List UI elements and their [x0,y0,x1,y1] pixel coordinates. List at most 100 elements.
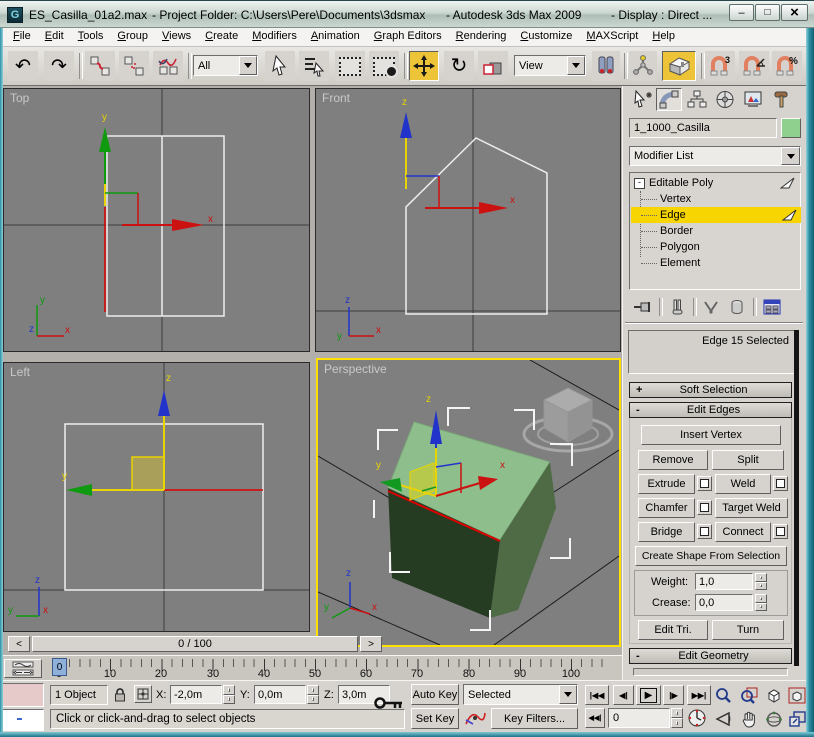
weld-settings-button[interactable] [773,476,788,491]
x-coord-field[interactable]: -2,0m [170,685,222,704]
rectangular-selection-region-button[interactable] [335,51,365,81]
spinner-down-icon[interactable] [671,718,683,728]
tab-modify[interactable] [656,88,682,111]
turn-button[interactable]: Turn [712,620,784,640]
key-filters-button[interactable]: Key Filters... [491,708,578,729]
key-mode-dropdown[interactable]: Selected [463,684,578,705]
arc-rotate-button[interactable] [762,708,785,730]
remove-modifier-button[interactable] [725,297,749,317]
pin-stack-button[interactable] [631,297,655,317]
stack-row-vertex[interactable]: Vertex [631,191,799,207]
select-and-manipulate-button[interactable] [629,51,657,81]
target-weld-button[interactable]: Target Weld [715,498,788,518]
spinner-down-icon[interactable] [223,694,235,704]
window-crossing-button[interactable] [369,51,399,81]
tab-hierarchy[interactable] [684,88,710,111]
viewport-top[interactable]: Top y x y x z [3,88,310,352]
unlink-selection-button[interactable] [119,51,149,81]
play-animation-button[interactable]: ▶ [636,685,661,705]
selection-filter-arrow[interactable] [239,56,257,75]
insert-vertex-button[interactable]: Insert Vertex [641,425,781,445]
weight-field[interactable]: 1,0 [695,573,753,590]
go-to-start-button[interactable]: |◀◀ [585,685,609,705]
show-end-result-button[interactable] [665,297,689,317]
rollout-scrollbar[interactable] [794,330,799,666]
extrude-button[interactable]: Extrude [638,474,695,494]
extrude-settings-button[interactable] [697,476,712,491]
weight-spinner[interactable] [755,573,767,590]
viewport-front[interactable]: Front z x z x y [315,88,621,352]
time-slider-prev-frame[interactable]: < [8,636,30,652]
bind-to-space-warp-button[interactable] [153,51,183,81]
close-button[interactable]: × [781,4,808,21]
tab-create[interactable] [630,88,656,111]
configure-modifier-sets-button[interactable] [759,297,785,317]
menu-graph-editors[interactable]: Graph Editors [367,28,449,44]
select-by-name-button[interactable] [299,51,329,81]
angle-snap-button[interactable] [739,51,769,81]
use-pivot-point-center-button[interactable] [592,51,620,81]
zoom-button[interactable] [712,684,735,706]
selection-lock-toggle[interactable] [113,687,129,703]
tab-display[interactable] [740,88,766,111]
connect-settings-button[interactable] [773,524,788,539]
spinner-down-icon[interactable] [307,694,319,704]
undo-button[interactable]: ↶ [8,51,38,81]
maxscript-mini-listener-white[interactable] [2,709,44,731]
spinner-up-icon[interactable] [671,708,683,718]
key-mode-toggle-button[interactable]: ◀◀| [585,708,605,728]
menu-file[interactable]: File [6,28,38,44]
selection-filter-dropdown[interactable]: All [193,55,258,76]
time-slider[interactable]: 0 / 100 [32,636,358,652]
viewport-left-label[interactable]: Left [10,365,30,379]
bridge-button[interactable]: Bridge [638,522,695,542]
modifier-list-arrow[interactable] [781,147,800,165]
key-mode-arrow[interactable] [559,685,577,704]
auto-key-button[interactable]: Auto Key [411,684,459,705]
select-object-button[interactable] [265,51,295,81]
select-and-scale-button[interactable] [478,51,508,81]
menu-tools[interactable]: Tools [71,28,111,44]
viewport-top-label[interactable]: Top [10,91,29,105]
menu-animation[interactable]: Animation [304,28,367,44]
redo-button[interactable]: ↷ [44,51,74,81]
chamfer-button[interactable]: Chamfer [638,498,695,518]
menu-rendering[interactable]: Rendering [449,28,514,44]
tab-utilities[interactable] [768,88,794,111]
maximize-viewport-toggle-button[interactable] [787,708,807,730]
menu-modifiers[interactable]: Modifiers [245,28,304,44]
minimize-button[interactable]: – [729,4,754,21]
zoom-extents-all-button[interactable] [787,684,807,706]
viewport-perspective-label[interactable]: Perspective [324,362,387,376]
set-key-button[interactable]: Set Key [411,708,459,729]
go-to-end-button[interactable]: ▶▶| [687,685,711,705]
stack-expand-toggle[interactable]: - [634,177,645,189]
stack-row-edge[interactable]: Edge [631,207,801,223]
stack-row-editable-poly[interactable]: - Editable Poly [631,175,799,191]
edit-tri-button[interactable]: Edit Tri. [638,620,708,640]
spinner-up-icon[interactable] [307,685,319,695]
select-and-move-button[interactable] [409,51,439,81]
zoom-all-button[interactable] [737,684,760,706]
menu-group[interactable]: Group [110,28,155,44]
select-and-rotate-button[interactable]: ↻ [444,51,474,81]
connect-button[interactable]: Connect [715,522,771,542]
spinner-up-icon[interactable] [223,685,235,695]
viewport-front-label[interactable]: Front [322,91,350,105]
spinner-up-icon[interactable] [755,594,767,603]
spinner-down-icon[interactable] [755,602,767,611]
object-color-swatch[interactable] [781,118,801,138]
viewport-perspective[interactable]: Perspective z y x z y x [316,358,621,647]
bridge-settings-button[interactable] [697,524,712,539]
rollout-edit-geometry[interactable]: - Edit Geometry [629,648,792,664]
crease-spinner[interactable] [755,594,767,611]
current-frame-spinner[interactable] [671,708,683,728]
make-unique-button[interactable] [699,297,723,317]
rollout-edit-edges[interactable]: - Edit Edges [629,402,792,418]
field-of-view-button[interactable] [712,708,735,730]
trackbar-slider[interactable]: 0 [52,658,67,676]
mini-curve-editor-button[interactable] [4,659,42,678]
split-button[interactable]: Split [712,450,784,470]
stack-row-element[interactable]: Element [631,255,799,271]
snaps-toggle-button[interactable]: 3 [705,51,735,81]
